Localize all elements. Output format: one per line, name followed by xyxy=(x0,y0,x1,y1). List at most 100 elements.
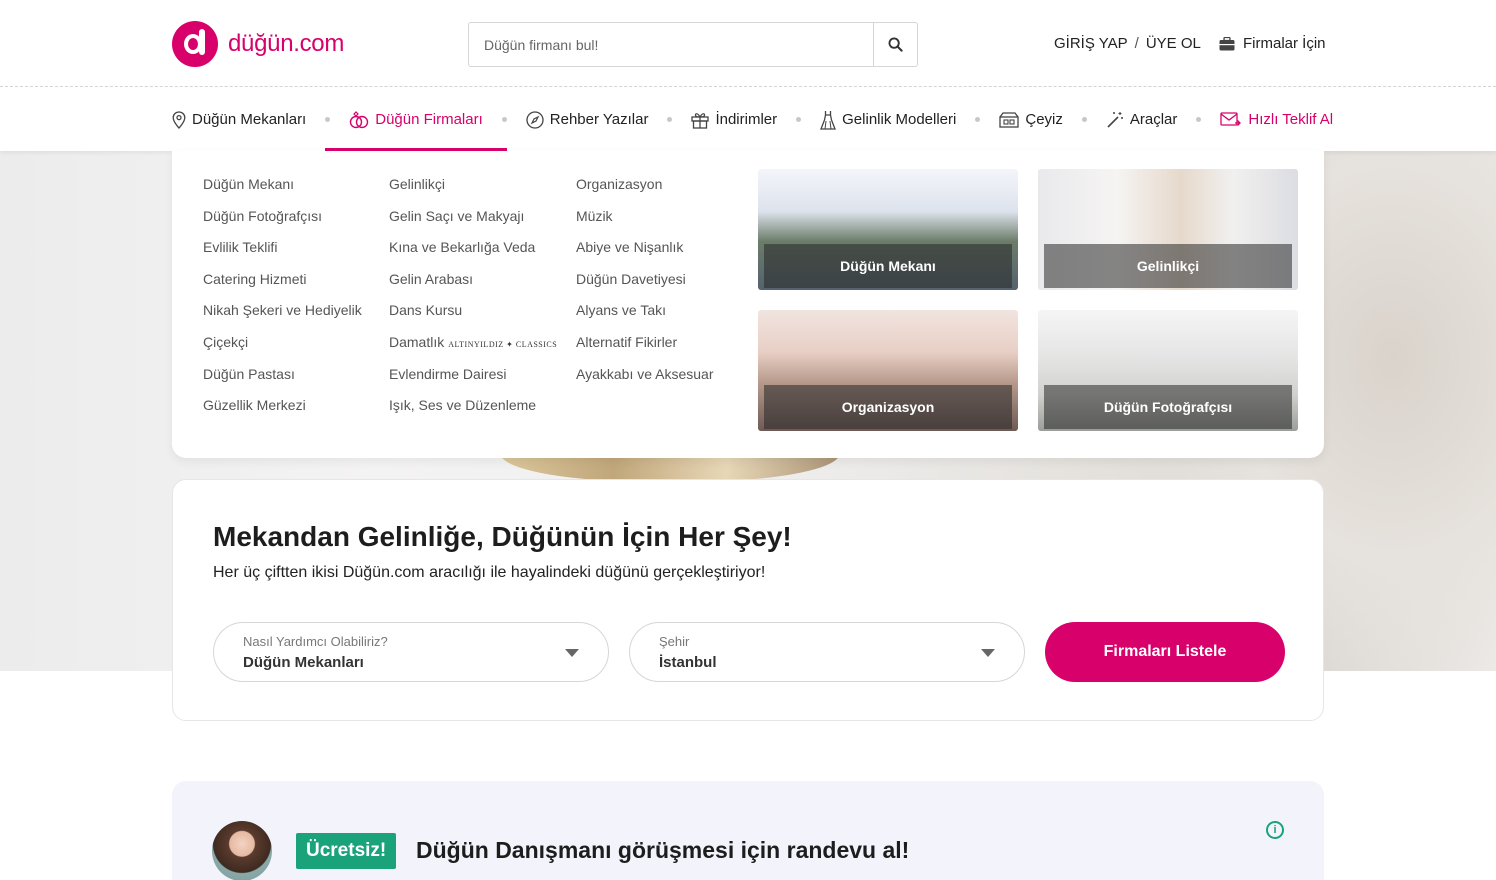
mail-icon xyxy=(1220,111,1242,126)
tile-caption: Gelinlikçi xyxy=(1044,244,1292,288)
dropdown-link[interactable]: Alternatif Fikirler xyxy=(576,333,713,365)
list-companies-button[interactable]: Firmaları Listele xyxy=(1045,622,1285,682)
compass-icon xyxy=(526,110,544,129)
dropdown-link[interactable]: Dans Kursu xyxy=(389,301,557,333)
chevron-down-icon xyxy=(565,649,579,657)
search-icon xyxy=(888,37,903,52)
nav-item-label: Hızlı Teklif Al xyxy=(1248,111,1334,128)
logo-text: düğün.com xyxy=(228,30,345,57)
logo-mark-icon xyxy=(172,21,218,67)
search-input[interactable] xyxy=(469,23,873,66)
chevron-down-icon xyxy=(981,649,995,657)
auth-links: GİRİŞ YAP / ÜYE OL xyxy=(1054,35,1201,52)
dropdown-column-1: Düğün Mekanı Düğün Fotoğrafçısı Evlilik … xyxy=(203,175,362,428)
dropdown-link[interactable]: Gelin Saçı ve Makyajı xyxy=(389,207,557,239)
tile-caption: Düğün Fotoğrafçısı xyxy=(1044,385,1292,429)
nav-item-label: Araçlar xyxy=(1129,111,1178,128)
box-icon xyxy=(999,111,1020,128)
dropdown-column-2: Gelinlikçi Gelin Saçı ve Makyajı Kına ve… xyxy=(389,175,557,428)
nav-separator xyxy=(1196,117,1202,122)
site-header: düğün.com GİRİŞ YAP / ÜYE OL Firmalar İç… xyxy=(0,0,1496,87)
city-select-label: Şehir xyxy=(659,634,690,649)
dropdown-column-3: Organizasyon Müzik Abiye ve Nişanlık Düğ… xyxy=(576,175,713,396)
for-companies-link[interactable]: Firmalar İçin xyxy=(1219,35,1326,52)
nav-item-dresses[interactable]: Gelinlik Modelleri xyxy=(820,88,956,151)
advisor-title[interactable]: Düğün Danışmanı görüşmesi için randevu a… xyxy=(416,837,909,864)
dropdown-link[interactable]: Evlilik Teklifi xyxy=(203,238,362,270)
dropdown-link[interactable]: Nikah Şekeri ve Hediyelik xyxy=(203,301,362,333)
dropdown-link[interactable]: Evlendirme Dairesi xyxy=(389,365,557,397)
nav-item-venues[interactable]: Düğün Mekanları xyxy=(172,88,306,151)
location-pin-icon xyxy=(172,110,186,129)
dropdown-link[interactable]: Gelin Arabası xyxy=(389,270,557,302)
dropdown-link[interactable]: Işık, Ses ve Düzenleme xyxy=(389,396,557,428)
nav-item-tools[interactable]: Araçlar xyxy=(1106,88,1178,151)
advisor-avatar xyxy=(212,821,272,880)
tile-photographer[interactable]: Düğün Fotoğrafçısı xyxy=(1038,310,1298,431)
nav-item-label: Düğün Mekanları xyxy=(192,111,307,128)
search-button[interactable] xyxy=(873,23,917,66)
tile-caption: Organizasyon xyxy=(764,385,1012,429)
auth-separator: / xyxy=(1134,35,1139,52)
dropdown-link[interactable]: Düğün Mekanı xyxy=(203,175,362,207)
dropdown-link[interactable]: Organizasyon xyxy=(576,175,713,207)
companies-dropdown: Düğün Mekanı Düğün Fotoğrafçısı Evlilik … xyxy=(172,151,1324,458)
nav-item-label: İndirimler xyxy=(715,111,778,128)
nav-separator xyxy=(667,117,673,122)
dropdown-link[interactable]: Müzik xyxy=(576,207,713,239)
nav-item-companies[interactable]: Düğün Firmaları xyxy=(325,88,507,151)
magic-wand-icon xyxy=(1107,111,1123,128)
gift-icon xyxy=(691,112,710,129)
dropdown-link[interactable]: Gelinlikçi xyxy=(389,175,557,207)
category-select-value: Düğün Mekanları xyxy=(243,654,364,671)
nav-item-guides[interactable]: Rehber Yazılar xyxy=(526,88,649,151)
tile-bridal[interactable]: Gelinlikçi xyxy=(1038,169,1298,290)
dropdown-link[interactable]: Düğün Fotoğrafçısı xyxy=(203,207,362,239)
nav-separator xyxy=(1081,117,1087,122)
login-link[interactable]: GİRİŞ YAP xyxy=(1054,35,1128,52)
main-nav: Düğün Mekanları Düğün Firmaları Rehber Y… xyxy=(0,88,1496,151)
nav-item-quick-quote[interactable]: Hızlı Teklif Al xyxy=(1220,88,1333,151)
advisor-banner: Ücretsiz! Düğün Danışmanı görüşmesi için… xyxy=(172,781,1324,880)
nav-item-label: Gelinlik Modelleri xyxy=(842,111,957,128)
nav-separator xyxy=(325,117,331,122)
tile-venue[interactable]: Düğün Mekanı xyxy=(758,169,1018,290)
search-card-title: Mekandan Gelinliğe, Düğünün İçin Her Şey… xyxy=(213,521,792,552)
free-badge: Ücretsiz! xyxy=(296,833,397,869)
dropdown-link[interactable]: Catering Hizmeti xyxy=(203,270,362,302)
city-select-value: İstanbul xyxy=(659,654,717,671)
register-link[interactable]: ÜYE OL xyxy=(1146,35,1201,52)
nav-item-label: Rehber Yazılar xyxy=(549,111,649,128)
dropdown-link[interactable]: Ayakkabı ve Aksesuar xyxy=(576,365,713,397)
tile-caption: Düğün Mekanı xyxy=(764,244,1012,288)
dropdown-link-label: Damatlık xyxy=(389,333,445,350)
search-card: Mekandan Gelinliğe, Düğünün İçin Her Şey… xyxy=(172,479,1324,721)
dropdown-link[interactable]: Çiçekçi xyxy=(203,333,362,365)
nav-item-discounts[interactable]: İndirimler xyxy=(691,88,777,151)
for-companies-label: Firmalar İçin xyxy=(1243,35,1326,52)
search-card-subtitle: Her üç çiftten ikisi Düğün.com aracılığı… xyxy=(213,564,766,581)
search-bar xyxy=(468,22,918,67)
dress-icon xyxy=(820,110,837,130)
category-select-label: Nasıl Yardımcı Olabiliriz? xyxy=(243,634,388,649)
dropdown-link[interactable]: Abiye ve Nişanlık xyxy=(576,238,713,270)
nav-item-dowry[interactable]: Çeyiz xyxy=(999,88,1063,151)
briefcase-icon xyxy=(1219,36,1235,50)
nav-separator xyxy=(796,117,802,122)
rings-icon xyxy=(350,110,369,128)
brand-logo: ALTINYILDIZ ✦ CLASSICS xyxy=(448,339,558,349)
dropdown-link[interactable]: Alyans ve Takı xyxy=(576,301,713,333)
nav-separator xyxy=(501,117,507,122)
dropdown-link-groom[interactable]: Damatlık ALTINYILDIZ ✦ CLASSICS xyxy=(389,333,557,365)
category-select[interactable]: Nasıl Yardımcı Olabiliriz? Düğün Mekanla… xyxy=(213,622,609,682)
logo[interactable]: düğün.com xyxy=(172,21,344,67)
city-select[interactable]: Şehir İstanbul xyxy=(629,622,1025,682)
nav-item-label: Düğün Firmaları xyxy=(375,111,483,128)
tile-organization[interactable]: Organizasyon xyxy=(758,310,1018,431)
dropdown-link[interactable]: Düğün Davetiyesi xyxy=(576,270,713,302)
nav-separator xyxy=(975,117,981,122)
dropdown-link[interactable]: Kına ve Bekarlığa Veda xyxy=(389,238,557,270)
info-icon[interactable]: i xyxy=(1266,821,1284,839)
dropdown-link[interactable]: Güzellik Merkezi xyxy=(203,396,362,428)
dropdown-link[interactable]: Düğün Pastası xyxy=(203,365,362,397)
